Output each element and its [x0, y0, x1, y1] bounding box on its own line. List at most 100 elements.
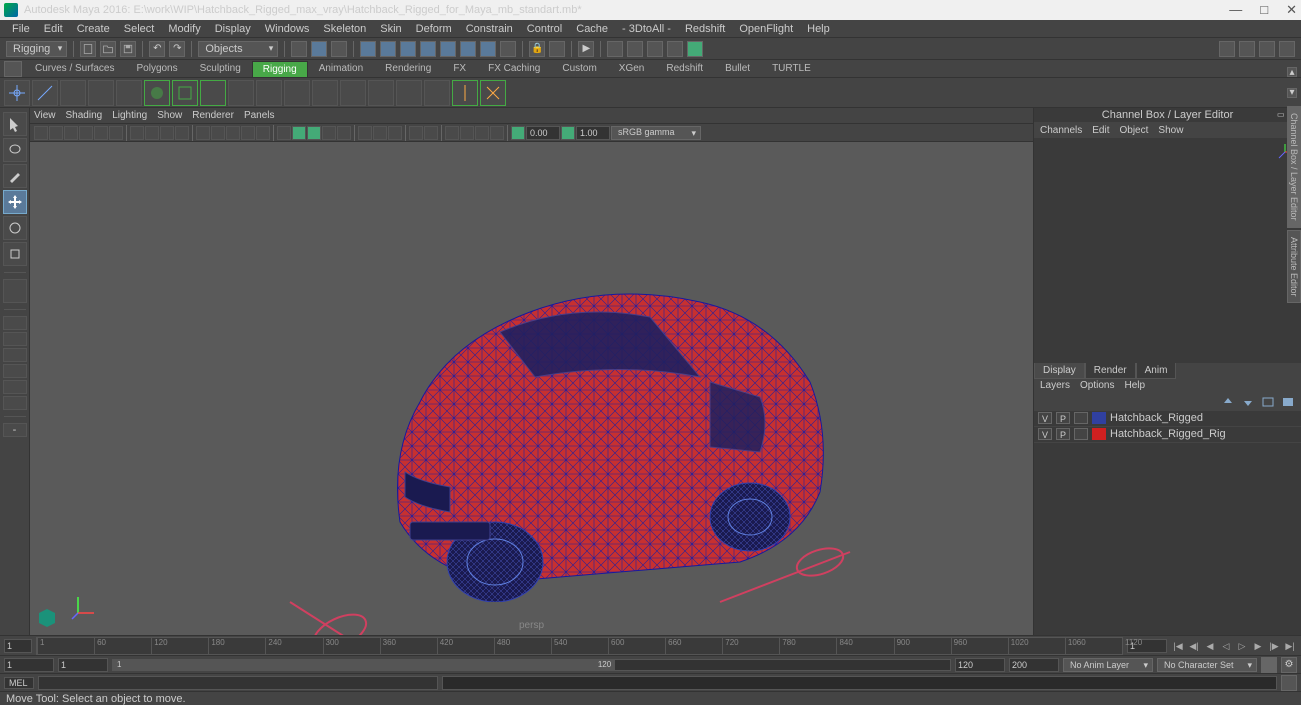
vp-isolate-icon[interactable]: [277, 126, 291, 140]
tab-sculpting[interactable]: Sculpting: [189, 60, 252, 77]
shelf-aim-icon[interactable]: [452, 80, 478, 106]
tab-rendering[interactable]: Rendering: [374, 60, 442, 77]
vp-lights-icon[interactable]: [241, 126, 255, 140]
snap-grid-icon[interactable]: [360, 41, 376, 57]
vp-shaded-icon[interactable]: [211, 126, 225, 140]
shelf-menu-icon[interactable]: [4, 61, 22, 77]
open-scene-icon[interactable]: [100, 41, 116, 57]
layer-visibility-toggle[interactable]: V: [1038, 412, 1052, 424]
script-editor-icon[interactable]: [1281, 675, 1297, 691]
chan-menu-show[interactable]: Show: [1158, 125, 1183, 136]
shelf-ikhandle-icon[interactable]: [32, 80, 58, 106]
shelf-orient-icon[interactable]: [396, 80, 422, 106]
shelf-lattice-icon[interactable]: [88, 80, 114, 106]
render-settings-icon[interactable]: [647, 41, 663, 57]
shelf-wire-icon[interactable]: [284, 80, 310, 106]
layer-move-down-icon[interactable]: [1241, 395, 1255, 409]
vp-film-gate-icon[interactable]: [145, 126, 159, 140]
menu-create[interactable]: Create: [71, 23, 116, 35]
vp-grid-icon[interactable]: [130, 126, 144, 140]
snap-point-icon[interactable]: [400, 41, 416, 57]
shelf-ikspline-icon[interactable]: [60, 80, 86, 106]
anim-layer-dropdown[interactable]: No Anim Layer: [1063, 658, 1153, 672]
shelf-blend-icon[interactable]: [228, 80, 254, 106]
vp-shadows-icon[interactable]: [256, 126, 270, 140]
vp-xray-icon[interactable]: [292, 126, 306, 140]
layer-menu-options[interactable]: Options: [1080, 380, 1114, 391]
menu-control[interactable]: Control: [521, 23, 568, 35]
vp-gamma-toggle-icon[interactable]: [561, 126, 575, 140]
minimize-button[interactable]: —: [1229, 2, 1242, 18]
prefs-icon[interactable]: ⚙: [1281, 657, 1297, 673]
snap-plane-icon[interactable]: [420, 41, 436, 57]
step-back-icon[interactable]: ◀: [1203, 639, 1217, 653]
vp-pick-right-icon[interactable]: [460, 126, 474, 140]
step-fwd-key-icon[interactable]: |▶: [1267, 639, 1281, 653]
menu-constrain[interactable]: Constrain: [460, 23, 519, 35]
vp-subd-icon[interactable]: [424, 126, 438, 140]
step-back-key-icon[interactable]: ◀|: [1187, 639, 1201, 653]
rotate-tool[interactable]: [3, 216, 27, 240]
layout-four-icon[interactable]: [3, 332, 27, 346]
play-fwd-icon[interactable]: ▷: [1235, 639, 1249, 653]
snap-view-icon[interactable]: [460, 41, 476, 57]
range-start-inner[interactable]: [58, 658, 108, 672]
command-input[interactable]: [38, 676, 438, 690]
vp-view-transform-icon[interactable]: [388, 126, 402, 140]
vp-menu-panels[interactable]: Panels: [244, 110, 275, 121]
vp-textured-icon[interactable]: [226, 126, 240, 140]
undo-icon[interactable]: ↶: [149, 41, 165, 57]
layer-tab-anim[interactable]: Anim: [1136, 362, 1177, 379]
render-view-icon[interactable]: [687, 41, 703, 57]
chan-menu-edit[interactable]: Edit: [1092, 125, 1109, 136]
layer-new-empty-icon[interactable]: [1261, 395, 1275, 409]
maya-home-icon[interactable]: [36, 607, 58, 629]
vp-camera-lock-icon[interactable]: [49, 126, 63, 140]
menu-select[interactable]: Select: [118, 23, 161, 35]
layout-single-icon[interactable]: [3, 316, 27, 330]
layout-custom-icon[interactable]: -: [3, 423, 27, 437]
module-dropdown[interactable]: Rigging: [6, 41, 67, 57]
layer-visibility-toggle[interactable]: V: [1038, 428, 1052, 440]
character-set-dropdown[interactable]: No Character Set: [1157, 658, 1257, 672]
range-track[interactable]: 1 120: [112, 659, 951, 671]
render-frame-icon[interactable]: [627, 41, 643, 57]
chan-menu-channels[interactable]: Channels: [1040, 125, 1082, 136]
select-by-component-icon[interactable]: [331, 41, 347, 57]
layout-two-h-icon[interactable]: [3, 348, 27, 362]
history-icon[interactable]: [549, 41, 565, 57]
layer-row[interactable]: V P Hatchback_Rigged: [1034, 411, 1301, 427]
sidetab-attribute-editor[interactable]: Attribute Editor: [1287, 230, 1301, 304]
menu-edit[interactable]: Edit: [38, 23, 69, 35]
shelf-constraint-icon[interactable]: [312, 80, 338, 106]
tab-redshift[interactable]: Redshift: [655, 60, 714, 77]
script-lang-label[interactable]: MEL: [4, 677, 34, 689]
vp-image-plane-icon[interactable]: [79, 126, 93, 140]
vp-motion-blur-icon[interactable]: [337, 126, 351, 140]
menu-skeleton[interactable]: Skeleton: [317, 23, 372, 35]
layer-row[interactable]: V P Hatchback_Rigged_Rig: [1034, 427, 1301, 443]
menu-skin[interactable]: Skin: [374, 23, 407, 35]
panel-layout-1-icon[interactable]: [1219, 41, 1235, 57]
play-back-icon[interactable]: ◁: [1219, 639, 1233, 653]
menu-3dtoall[interactable]: - 3DtoAll -: [616, 23, 677, 35]
tab-curves[interactable]: Curves / Surfaces: [24, 60, 125, 77]
vp-poly-count-icon[interactable]: [409, 126, 423, 140]
paint-select-tool[interactable]: [3, 164, 27, 188]
shelf-wrap-icon[interactable]: [256, 80, 282, 106]
tab-rigging[interactable]: Rigging: [252, 61, 308, 77]
shelf-joint-icon[interactable]: [4, 80, 30, 106]
panel-layout-3-icon[interactable]: [1259, 41, 1275, 57]
panel-layout-2-icon[interactable]: [1239, 41, 1255, 57]
redo-icon[interactable]: ↷: [169, 41, 185, 57]
ipr-icon[interactable]: [607, 41, 623, 57]
render-icon[interactable]: ▶: [578, 41, 594, 57]
vp-gamma-icon[interactable]: [373, 126, 387, 140]
menu-display[interactable]: Display: [209, 23, 257, 35]
shelf-scroll-down-icon[interactable]: ▾: [1287, 88, 1297, 98]
tab-fxcaching[interactable]: FX Caching: [477, 60, 551, 77]
range-start-outer[interactable]: [4, 658, 54, 672]
snap-curve-icon[interactable]: [380, 41, 396, 57]
vp-menu-renderer[interactable]: Renderer: [192, 110, 234, 121]
last-tool[interactable]: [3, 279, 27, 303]
